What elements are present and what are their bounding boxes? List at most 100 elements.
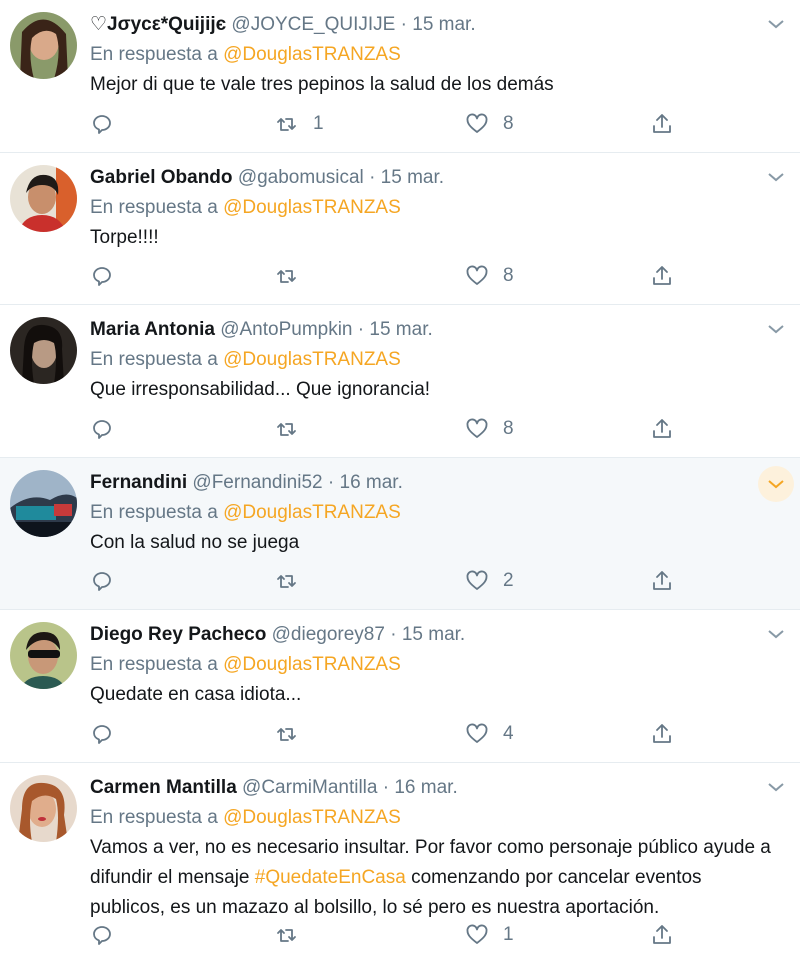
- chevron-down-icon: [768, 172, 784, 181]
- tweet-menu-caret[interactable]: [764, 622, 788, 646]
- like-button[interactable]: 8: [465, 264, 514, 288]
- tweet-date[interactable]: 16 mar.: [340, 472, 403, 493]
- author-name[interactable]: Maria Antonia: [90, 319, 215, 340]
- chevron-down-icon: [768, 479, 784, 488]
- share-button[interactable]: [650, 417, 674, 441]
- author-handle[interactable]: @diegorey87: [272, 624, 385, 645]
- reply-icon: [93, 114, 111, 134]
- tweet-actions: 8: [90, 264, 800, 290]
- author-name[interactable]: Gabriel Obando: [90, 167, 233, 188]
- tweet-menu-caret[interactable]: [764, 12, 788, 36]
- reply-mention[interactable]: @DouglasTRANZAS: [223, 502, 401, 523]
- tweet-menu-caret[interactable]: [764, 165, 788, 189]
- author-handle[interactable]: @Fernandini52: [192, 472, 322, 493]
- retweet-button[interactable]: [275, 722, 313, 746]
- reply-context: En respuesta a @DouglasTRANZAS: [90, 347, 800, 373]
- share-icon: [653, 113, 671, 133]
- separator: ·: [327, 471, 335, 493]
- avatar[interactable]: [10, 317, 77, 384]
- reply-icon: [93, 267, 111, 286]
- tweet-date[interactable]: 16 mar.: [394, 777, 457, 798]
- tweet[interactable]: Maria Antonia @AntoPumpkin · 15 mar. En …: [0, 305, 800, 458]
- tweet-actions: 1 8: [90, 112, 800, 138]
- heart-icon: [466, 723, 488, 743]
- tweet-menu-caret[interactable]: [758, 465, 794, 502]
- share-icon: [653, 924, 671, 944]
- share-button[interactable]: [650, 923, 674, 947]
- like-button[interactable]: 2: [465, 569, 514, 593]
- tweet-date[interactable]: 15 mar.: [412, 14, 475, 35]
- reply-prefix: En respuesta a: [90, 44, 218, 65]
- retweet-icon: [277, 727, 296, 741]
- avatar[interactable]: [10, 12, 77, 79]
- tweet-text: Quedate en casa idiota...: [90, 684, 302, 705]
- tweet-date[interactable]: 15 mar.: [369, 319, 432, 340]
- reply-mention[interactable]: @DouglasTRANZAS: [223, 349, 401, 370]
- avatar[interactable]: [10, 774, 77, 842]
- author-handle[interactable]: @gabomusical: [238, 167, 364, 188]
- avatar[interactable]: [10, 469, 77, 537]
- retweet-button[interactable]: [275, 264, 313, 288]
- author-name[interactable]: Fernandini: [90, 472, 187, 493]
- share-button[interactable]: [650, 112, 674, 136]
- author-name[interactable]: Carmen Mantilla: [90, 777, 237, 798]
- like-count: 8: [503, 265, 514, 286]
- retweet-button[interactable]: 1: [275, 112, 324, 136]
- retweet-icon: [277, 928, 296, 942]
- retweet-button[interactable]: [275, 569, 313, 593]
- retweet-button[interactable]: [275, 417, 313, 441]
- like-button[interactable]: 4: [465, 722, 514, 746]
- reply-mention[interactable]: @DouglasTRANZAS: [223, 197, 401, 218]
- reply-feed: ♡Jσуcε*Quijijє @JOYCE_QUIJIJE · 15 mar. …: [0, 0, 800, 963]
- tweet-date[interactable]: 15 mar.: [381, 167, 444, 188]
- like-button[interactable]: 8: [465, 112, 514, 136]
- tweet-text: Torpe!!!!: [90, 226, 159, 248]
- tweet-menu-caret[interactable]: [764, 775, 788, 799]
- heart-icon: [466, 418, 488, 438]
- reply-prefix: En respuesta a: [90, 349, 218, 370]
- author-handle[interactable]: @CarmiMantilla: [242, 777, 377, 798]
- share-button[interactable]: [650, 569, 674, 593]
- like-count: 1: [503, 923, 514, 945]
- reply-button[interactable]: [90, 923, 114, 947]
- retweet-button[interactable]: [275, 923, 313, 947]
- reply-button[interactable]: [90, 264, 114, 288]
- retweet-icon: [277, 117, 296, 131]
- reply-prefix: En respuesta a: [90, 806, 218, 828]
- tweet[interactable]: ♡Jσуcε*Quijijє @JOYCE_QUIJIJE · 15 mar. …: [0, 0, 800, 153]
- share-button[interactable]: [650, 264, 674, 288]
- like-count: 2: [503, 570, 514, 591]
- reply-button[interactable]: [90, 417, 114, 441]
- like-count: 8: [503, 112, 514, 134]
- reply-mention[interactable]: @DouglasTRANZAS: [223, 44, 401, 65]
- author-handle[interactable]: @AntoPumpkin: [220, 319, 352, 340]
- share-button[interactable]: [650, 722, 674, 746]
- reply-button[interactable]: [90, 112, 114, 136]
- reply-mention[interactable]: @DouglasTRANZAS: [223, 807, 401, 828]
- reply-mention[interactable]: @DouglasTRANZAS: [223, 654, 401, 675]
- avatar[interactable]: [10, 622, 77, 689]
- separator: ·: [357, 319, 365, 340]
- reply-button[interactable]: [90, 569, 114, 593]
- reply-context: En respuesta a @DouglasTRANZAS: [90, 42, 800, 68]
- avatar[interactable]: [10, 164, 77, 232]
- author-name[interactable]: ♡Jσуcε*Quijijє: [90, 14, 226, 35]
- reply-button[interactable]: [90, 722, 114, 746]
- tweet-text: Que irresponsabilidad... Que ignorancia!: [90, 379, 431, 400]
- tweet-actions: 1: [90, 923, 800, 949]
- author-name[interactable]: Diego Rey Pacheco: [90, 624, 266, 645]
- like-count: 8: [503, 417, 514, 439]
- like-button[interactable]: 1: [465, 923, 514, 947]
- hashtag-link[interactable]: #QuedateEnCasa: [255, 867, 406, 888]
- author-handle[interactable]: @JOYCE_QUIJIJE: [231, 14, 395, 35]
- share-icon: [653, 571, 671, 590]
- reply-context: En respuesta a @DouglasTRANZAS: [90, 500, 800, 526]
- tweet-date[interactable]: 15 mar.: [402, 624, 465, 645]
- tweet[interactable]: Diego Rey Pacheco @diegorey87 · 15 mar. …: [0, 610, 800, 763]
- tweet[interactable]: Gabriel Obando @gabomusical · 15 mar. En…: [0, 153, 800, 305]
- like-button[interactable]: 8: [465, 417, 514, 441]
- reply-context: En respuesta a @DouglasTRANZAS: [90, 652, 800, 678]
- tweet-menu-caret[interactable]: [764, 317, 788, 341]
- tweet[interactable]: Carmen Mantilla @CarmiMantilla · 16 mar.…: [0, 763, 800, 963]
- tweet[interactable]: Fernandini @Fernandini52 · 16 mar. En re…: [0, 457, 800, 610]
